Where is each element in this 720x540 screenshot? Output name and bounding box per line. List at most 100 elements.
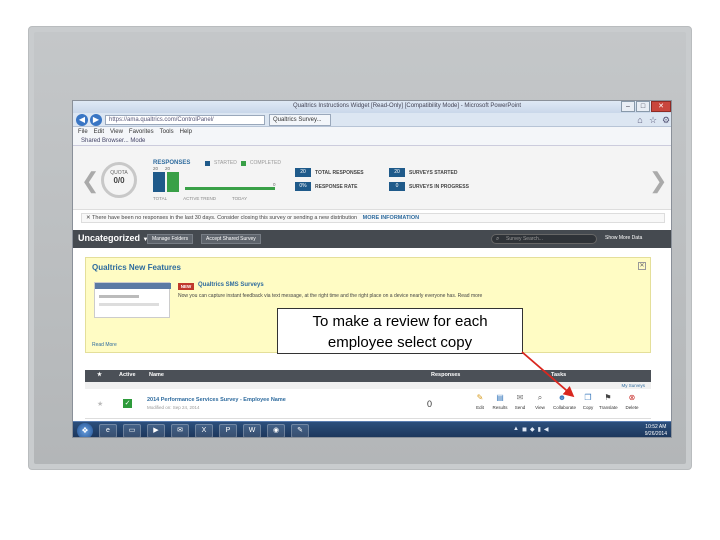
- close-button[interactable]: ✕: [651, 101, 671, 112]
- screenshot: Qualtrics Instructions Widget [Read-Only…: [72, 100, 672, 438]
- close-icon[interactable]: ✕: [638, 262, 646, 270]
- minimize-button[interactable]: –: [621, 101, 635, 112]
- my-surveys-label[interactable]: My Surveys: [85, 382, 651, 389]
- menu-tools[interactable]: Tools: [160, 127, 174, 137]
- sms-title: Qualtrics SMS Surveys: [198, 282, 264, 288]
- view-label: View: [535, 405, 545, 410]
- browser-tab[interactable]: Qualtrics Survey...: [269, 114, 331, 126]
- collaborate-action[interactable]: ☻ Collaborate: [553, 393, 577, 410]
- started-swatch: [205, 160, 210, 166]
- total-responses-label: TOTAL RESPONSES: [315, 169, 364, 176]
- translate-label: Translate: [599, 405, 618, 410]
- slide-background: Qualtrics Instructions Widget [Read-Only…: [0, 0, 720, 540]
- collaborate-label: Collaborate: [553, 405, 577, 410]
- delete-icon: ⊗: [628, 393, 636, 402]
- response-rate-num: 0%: [295, 182, 311, 191]
- windows-taskbar: ❖ e ▭ ▶ ✉ X P W ◉ ✎ ▲ ◼ ◆ ▮ ◀ 10:52 AM 9…: [73, 421, 671, 437]
- forward-icon[interactable]: ▶: [90, 114, 102, 126]
- translate-action[interactable]: ⚑ Translate: [599, 393, 618, 410]
- favorites-bar[interactable]: Shared Browser... Mode: [73, 137, 671, 146]
- summary-trend: ACTIVE TREND: [183, 196, 217, 201]
- notes-icon[interactable]: ✎: [291, 424, 309, 437]
- legend-started: STARTED: [214, 160, 237, 166]
- window-controls: – □ ✕: [620, 101, 671, 113]
- search-icon: ⌕: [496, 236, 500, 242]
- total-responses-num: 20: [295, 168, 311, 177]
- in-progress-stat: 0 SURVEYS IN PROGRESS: [389, 182, 469, 191]
- tray-icon[interactable]: ◆: [530, 426, 535, 433]
- header-star[interactable]: ★: [97, 372, 102, 378]
- media-icon[interactable]: ▶: [147, 424, 165, 437]
- maximize-button[interactable]: □: [636, 101, 650, 112]
- star-icon[interactable]: ★: [97, 400, 103, 408]
- volume-icon[interactable]: ◀: [544, 426, 549, 433]
- send-label: Send: [514, 405, 526, 410]
- menu-help[interactable]: Help: [180, 127, 192, 137]
- survey-search-input[interactable]: ⌕ Survey Search...: [491, 234, 597, 244]
- explorer-icon[interactable]: ▭: [123, 424, 141, 437]
- header-name[interactable]: Name: [149, 372, 164, 378]
- summary-total: TOTAL: [153, 196, 168, 201]
- url-input[interactable]: https://ama.qualtrics.com/ControlPanel/: [105, 115, 265, 125]
- back-icon[interactable]: ◀: [76, 114, 88, 126]
- legend-completed: COMPLETED: [249, 160, 281, 166]
- header-tasks: Tasks: [551, 372, 567, 378]
- menu-favorites[interactable]: Favorites: [129, 127, 154, 137]
- header-responses[interactable]: Responses: [431, 372, 460, 378]
- copy-action[interactable]: ❐ Copy: [579, 393, 597, 410]
- thumbnail-line: [99, 303, 159, 306]
- table-row: ★ ✓ 2014 Performance Services Survey - E…: [85, 389, 651, 419]
- delete-label: Delete: [625, 405, 639, 410]
- survey-name-link[interactable]: 2014 Performance Services Survey - Emplo…: [147, 397, 286, 403]
- results-action[interactable]: ▤ Results: [491, 393, 509, 410]
- search-placeholder: Survey Search...: [506, 236, 543, 242]
- manage-folders-button[interactable]: Manage Folders: [147, 234, 194, 244]
- tray-icon[interactable]: ◼: [522, 426, 527, 433]
- network-icon[interactable]: ▮: [538, 426, 541, 433]
- started-bar: [153, 172, 165, 192]
- chevron-right-icon[interactable]: ❯: [649, 168, 667, 194]
- home-icon[interactable]: ⌂: [635, 115, 645, 125]
- flag-icon: ⚑: [604, 393, 612, 402]
- gear-icon[interactable]: ⚙: [661, 115, 671, 125]
- response-rate-stat: 0% RESPONSE RATE: [295, 182, 357, 191]
- ie-icon[interactable]: e: [99, 424, 117, 437]
- send-action[interactable]: ✉ Send: [511, 393, 529, 410]
- more-information-link[interactable]: MORE INFORMATION: [363, 215, 419, 221]
- taskbar-clock[interactable]: 10:52 AM 9/26/2014: [644, 424, 667, 437]
- edit-label: Edit: [476, 405, 484, 410]
- tray-icon[interactable]: ▲: [513, 426, 519, 433]
- summary-row: TOTAL ACTIVE TREND TODAY: [153, 196, 247, 201]
- excel-icon[interactable]: X: [195, 424, 213, 437]
- menu-file[interactable]: File: [78, 127, 88, 137]
- active-checkbox[interactable]: ✓: [123, 399, 132, 408]
- view-action[interactable]: ⌕ View: [531, 393, 549, 410]
- results-label: Results: [492, 405, 508, 410]
- menu-view[interactable]: View: [110, 127, 123, 137]
- summary-today: TODAY: [232, 196, 248, 201]
- clock-date: 9/26/2014: [644, 431, 667, 437]
- completed-swatch: [240, 160, 246, 166]
- delete-action[interactable]: ⊗ Delete: [623, 393, 641, 410]
- menu-edit[interactable]: Edit: [94, 127, 104, 137]
- start-button[interactable]: ❖: [77, 423, 93, 437]
- new-badge: NEW: [178, 283, 194, 290]
- pencil-icon: ✎: [476, 393, 484, 402]
- quota-gauge: QUOTA 0/0: [101, 162, 137, 198]
- features-title: Qualtrics New Features: [92, 263, 181, 272]
- powerpoint-icon[interactable]: P: [219, 424, 237, 437]
- app-icon[interactable]: ◉: [267, 424, 285, 437]
- folder-dropdown[interactable]: Uncategorized ▼: [78, 233, 148, 243]
- show-more-data-button[interactable]: Show More Data: [601, 234, 646, 244]
- copy-icon: ❐: [584, 393, 592, 402]
- star-icon[interactable]: ☆: [648, 115, 658, 125]
- edit-action[interactable]: ✎ Edit: [471, 393, 489, 410]
- read-more-link[interactable]: Read More: [92, 342, 117, 348]
- total-responses-stat: 20 TOTAL RESPONSES: [295, 168, 364, 177]
- bar-value-completed: 20: [165, 166, 171, 171]
- outlook-icon[interactable]: ✉: [171, 424, 189, 437]
- chevron-left-icon[interactable]: ❮: [81, 168, 99, 194]
- header-active[interactable]: Active: [119, 372, 136, 378]
- accept-shared-survey-button[interactable]: Accept Shared Survey: [201, 234, 261, 244]
- word-icon[interactable]: W: [243, 424, 261, 437]
